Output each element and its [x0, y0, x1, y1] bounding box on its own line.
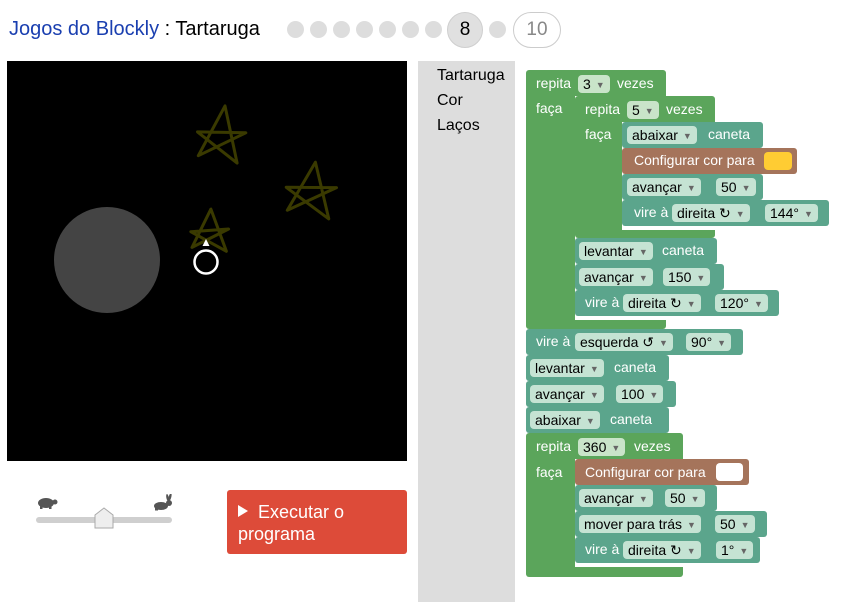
- turtle-display: [7, 61, 407, 461]
- moon-disk: [54, 207, 160, 313]
- level-2-dot[interactable]: [310, 21, 327, 38]
- pen-down-suffix: caneta: [708, 126, 751, 142]
- turtle-icon: [38, 498, 58, 509]
- page-title: Jogos do Blockly : Tartaruga: [9, 18, 260, 41]
- toolbox-category-colour[interactable]: Cor: [437, 92, 463, 110]
- level-6-dot[interactable]: [402, 21, 419, 38]
- turn-direction-dropdown[interactable]: direita ↻ ▼: [623, 541, 701, 559]
- repeat-360-suffix: vezes: [634, 438, 671, 454]
- move-distance-field[interactable]: 50 ▼: [715, 515, 755, 533]
- pen-down-dropdown[interactable]: abaixar ▼: [627, 126, 697, 144]
- repeat-360-count[interactable]: 360 ▼: [578, 438, 626, 456]
- title-separator: :: [159, 18, 176, 40]
- repeat-3-count[interactable]: 3 ▼: [578, 75, 610, 93]
- toolbox: Tartaruga Cor Laços: [418, 61, 515, 602]
- level-5-dot[interactable]: [379, 21, 396, 38]
- games-home-link[interactable]: Jogos do Blockly: [9, 18, 159, 40]
- play-icon: [238, 505, 248, 517]
- game-name: Tartaruga: [175, 18, 260, 40]
- run-program-button[interactable]: Executar o programa: [227, 490, 407, 554]
- set-colour-label: Configurar cor para: [634, 152, 755, 168]
- turn-angle-field[interactable]: 90° ▼: [686, 333, 732, 351]
- turn-angle-field[interactable]: 120° ▼: [715, 294, 768, 312]
- repeat-5-do: faça: [585, 126, 612, 142]
- star-top: [196, 104, 248, 165]
- turn-label: vire à: [585, 541, 620, 557]
- level-10-button[interactable]: 10: [513, 12, 561, 48]
- current-level-badge: 8: [447, 12, 483, 48]
- level-1-dot[interactable]: [287, 21, 304, 38]
- pen-up-dropdown[interactable]: levantar ▼: [530, 359, 604, 377]
- level-4-dot[interactable]: [356, 21, 373, 38]
- move-direction-dropdown[interactable]: mover para trás ▼: [579, 515, 701, 533]
- repeat-3-suffix: vezes: [617, 75, 654, 91]
- run-button-label: Executar o programa: [238, 502, 345, 544]
- blocks-workspace[interactable]: repita 3 ▼ vezes faça repita 5 ▼ vezes faç…: [515, 61, 849, 602]
- move-direction-dropdown[interactable]: avançar ▼: [579, 489, 653, 507]
- repeat-360-do: faça: [536, 464, 563, 480]
- level-9-dot[interactable]: [489, 21, 506, 38]
- pen-up-dropdown[interactable]: levantar ▼: [579, 242, 653, 260]
- repeat-5-count[interactable]: 5 ▼: [627, 101, 659, 119]
- star-right: [284, 160, 338, 221]
- repeat-3-label: repita: [536, 75, 572, 91]
- turn-direction-dropdown[interactable]: direita ↻ ▼: [623, 294, 701, 312]
- pen-up-suffix: caneta: [662, 242, 705, 258]
- move-distance-field[interactable]: 100 ▼: [616, 385, 664, 403]
- rabbit-icon: [154, 494, 172, 511]
- move-direction-dropdown[interactable]: avançar ▼: [579, 268, 653, 286]
- move-distance-field[interactable]: 150 ▼: [663, 268, 711, 286]
- drawing-canvas: [54, 104, 338, 313]
- toolbox-category-turtle[interactable]: Tartaruga: [437, 67, 505, 85]
- turn-label: vire à: [536, 333, 571, 349]
- turn-direction-dropdown[interactable]: direita ↻ ▼: [672, 204, 750, 222]
- pen-down-suffix: caneta: [610, 411, 653, 427]
- colour-swatch-white[interactable]: [716, 463, 743, 481]
- pen-up-suffix: caneta: [614, 359, 657, 375]
- colour-swatch-yellow[interactable]: [764, 152, 792, 170]
- repeat-5-suffix: vezes: [666, 101, 703, 117]
- repeat-5-label: repita: [585, 101, 621, 117]
- repeat-3-do: faça: [536, 100, 563, 116]
- move-direction-dropdown[interactable]: avançar ▼: [530, 385, 604, 403]
- star-bottom: [189, 207, 231, 253]
- turn-direction-dropdown[interactable]: esquerda ↺ ▼: [575, 333, 673, 351]
- turtle-marker-icon: [193, 249, 219, 275]
- header: Jogos do Blockly : Tartaruga 8 10: [0, 0, 849, 60]
- toolbox-category-loops[interactable]: Laços: [437, 117, 480, 135]
- turn-label: vire à: [585, 294, 620, 310]
- set-colour-label: Configurar cor para: [585, 464, 706, 480]
- move-distance-field[interactable]: 50 ▼: [716, 178, 756, 196]
- move-direction-dropdown[interactable]: avançar ▼: [627, 178, 701, 196]
- turn-label: vire à: [634, 204, 669, 220]
- speed-slider[interactable]: [30, 492, 180, 532]
- level-7-dot[interactable]: [425, 21, 442, 38]
- turn-angle-field[interactable]: 1° ▼: [716, 541, 754, 559]
- level-3-dot[interactable]: [333, 21, 350, 38]
- turn-angle-field[interactable]: 144° ▼: [765, 204, 818, 222]
- repeat-360-label: repita: [536, 438, 572, 454]
- pen-down-dropdown[interactable]: abaixar ▼: [530, 411, 600, 429]
- move-distance-field[interactable]: 50 ▼: [665, 489, 705, 507]
- slider-knob[interactable]: [94, 507, 114, 529]
